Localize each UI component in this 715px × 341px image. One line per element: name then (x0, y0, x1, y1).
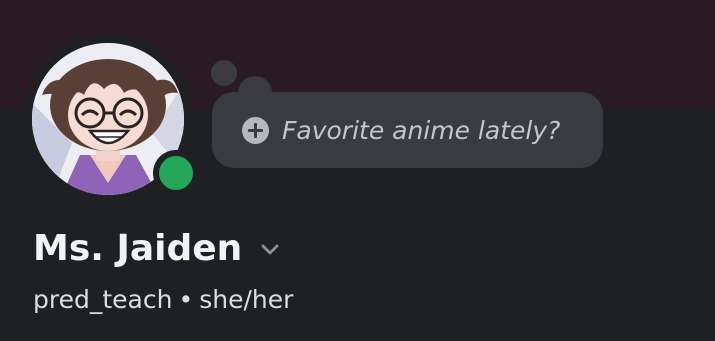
username: pred_teach (33, 285, 173, 314)
display-name-row[interactable]: Ms. Jaiden (33, 228, 280, 269)
plus-circle-icon (242, 116, 269, 144)
custom-status-placeholder: Favorite anime lately? (282, 115, 561, 145)
separator-dot: • (178, 285, 194, 314)
thought-bubble-dot-small (211, 60, 237, 86)
custom-status-bubble[interactable]: Favorite anime lately? (212, 92, 603, 168)
username-pronouns-row: pred_teach • she/her (33, 285, 293, 314)
display-name: Ms. Jaiden (33, 228, 243, 269)
pronouns: she/her (199, 285, 294, 314)
online-status-indicator (159, 156, 193, 190)
chevron-down-icon[interactable] (260, 242, 280, 261)
